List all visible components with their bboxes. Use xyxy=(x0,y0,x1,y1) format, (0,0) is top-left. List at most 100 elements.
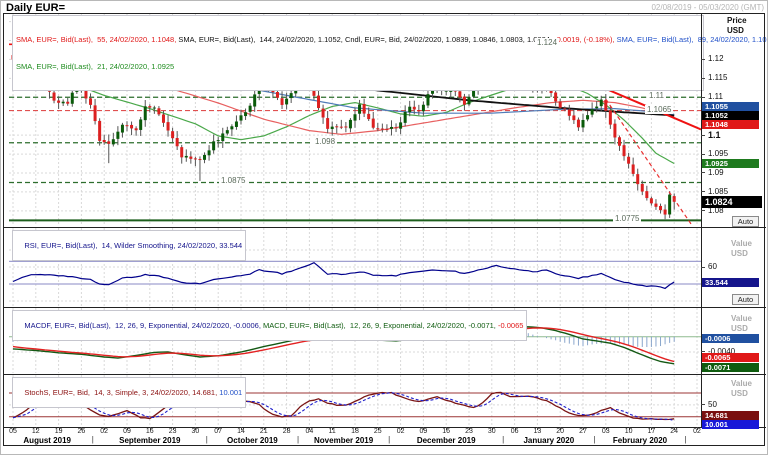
axis-tick-1.1: 1.1 xyxy=(708,130,721,141)
axis-tick-mark xyxy=(701,210,705,212)
rsi-axis-title-line1: Value xyxy=(731,239,752,248)
xaxis-month-separator: | xyxy=(388,435,391,444)
axis-tick-1.09: 1.09 xyxy=(708,167,724,177)
axis-tick-mark xyxy=(701,58,705,60)
stoch-legend: StochS, EUR=, Bid, 14, 3, Simple, 3, 24/… xyxy=(12,377,247,408)
price-badge-1.1052: 1.1052 xyxy=(702,111,759,121)
sma144-candle-legend: SMA, EUR=, Bid(Last), 144, 24/02/2020, 1… xyxy=(178,35,552,44)
xaxis-day-4: 02 xyxy=(100,428,109,435)
trading-chart-window: Daily EUR= 02/08/2019 - 05/03/2020 (GMT)… xyxy=(0,0,768,455)
sma89-legend: SMA, EUR=, Bid(Last), 89, 24/02/2020, 1.… xyxy=(616,35,768,44)
rsi-legend-text: RSI, EUR=, Bid(Last), 14, Wilder Smoothi… xyxy=(24,241,243,250)
price-badge-1.0824: 1.0824 xyxy=(702,195,762,208)
stoch-axis-title: Value USD xyxy=(731,379,752,399)
panel-divider-2 xyxy=(3,307,766,308)
net-change-legend: -0.0019, (-0.18%), xyxy=(554,35,615,44)
xaxis-day-25: 27 xyxy=(579,428,587,435)
price-badge--0.0065: -0.0065 xyxy=(702,353,759,363)
xaxis-month-separator: | xyxy=(593,435,596,444)
xaxis-month-january: January 2020 xyxy=(523,436,575,445)
axis-tick-mark xyxy=(701,404,705,406)
price-badge-1.0925: 1.0925 xyxy=(702,159,759,169)
macd-legend: MACDF, EUR=, Bid(Last), 12, 26, 9, Expon… xyxy=(12,310,528,341)
panel-divider-3 xyxy=(3,374,766,375)
axis-tick-mark xyxy=(701,172,705,174)
price-badge-14.681: 14.681 xyxy=(702,410,759,420)
macd-axis-title-line1: Value xyxy=(731,314,752,323)
main-legend-line1: SMA, EUR=, Bid(Last), 55, 24/02/2020, 1.… xyxy=(16,35,767,44)
axis-tick-mark xyxy=(701,153,705,155)
price-badge-1.1048: 1.1048 xyxy=(702,120,759,130)
xaxis-month-separator: | xyxy=(502,435,505,444)
axis-tick-1.11: 1.11 xyxy=(708,92,723,102)
macdf-legend-text: MACDF, EUR=, Bid(Last), 12, 26, 9, Expon… xyxy=(24,321,261,330)
axis-tick-1.085: 1.085 xyxy=(708,186,729,196)
xaxis-day-20: 23 xyxy=(465,428,473,435)
xaxis-day-8: 30 xyxy=(191,428,200,435)
xaxis-day-16: 25 xyxy=(373,428,382,435)
axis-tick-mark xyxy=(701,96,705,98)
xaxis-month-august: August 2019 xyxy=(23,436,71,445)
xaxis-day-29: 24 xyxy=(670,428,679,435)
axis-tick-mark xyxy=(701,266,705,268)
xaxis-day-21: 30 xyxy=(487,428,496,435)
axis-tick-50: 50 xyxy=(708,399,717,409)
xaxis-day-13: 04 xyxy=(305,428,314,435)
rsi-axis-title: Value USD xyxy=(731,239,752,259)
xaxis-day-6: 16 xyxy=(145,428,154,435)
macd-axis-title: Value USD xyxy=(731,314,752,334)
macd-signal-value: -0.0065 xyxy=(497,321,524,330)
stoch-d-value: 10.001 xyxy=(219,388,243,397)
xaxis-day-9: 07 xyxy=(214,428,223,435)
price-badge--0.0006: -0.0006 xyxy=(702,334,759,344)
sma55-legend: SMA, EUR=, Bid(Last), 55, 24/02/2020, 1.… xyxy=(16,35,177,44)
level-annotation-1.124: 1.124 xyxy=(535,38,560,48)
main-autoscale-button[interactable]: Auto xyxy=(732,216,759,227)
xaxis-day-28: 17 xyxy=(647,428,656,435)
level-annotation-1.0775: 1.0775 xyxy=(613,214,642,224)
xaxis-month-october: October 2019 xyxy=(227,436,278,445)
axis-tick-1.115: 1.115 xyxy=(708,73,728,83)
axis-tick-mark xyxy=(701,134,705,136)
axis-tick-mark xyxy=(701,77,705,79)
price-badge--0.0071: -0.0071 xyxy=(702,362,759,372)
rsi-autoscale-button[interactable]: Auto xyxy=(732,294,759,305)
xaxis-day-10: 14 xyxy=(237,428,245,435)
xaxis-month-separator: | xyxy=(91,435,94,444)
xaxis-day-22: 06 xyxy=(510,428,519,435)
xaxis-day-30: 02 xyxy=(693,428,701,435)
level-annotation-1.11: 1.11 xyxy=(647,91,666,101)
sma21-legend: SMA, EUR=, Bid(Last), 21, 24/02/2020, 1.… xyxy=(16,62,175,71)
xaxis-day-18: 09 xyxy=(419,428,428,435)
rsi-axis-title-line2: USD xyxy=(731,249,748,258)
axis-tick-1.095: 1.095 xyxy=(708,149,729,159)
axis-tick-1.12: 1.12 xyxy=(708,54,724,64)
xaxis-day-27: 10 xyxy=(624,428,633,435)
xaxis-month-separator: | xyxy=(205,435,208,444)
xaxis-day-11: 21 xyxy=(259,428,268,435)
xaxis-month-separator: | xyxy=(296,435,300,444)
axis-tick-60: 60 xyxy=(708,262,717,272)
main-legend: SMA, EUR=, Bid(Last), 55, 24/02/2020, 1.… xyxy=(12,15,767,91)
xaxis-day-3: 26 xyxy=(77,428,86,435)
xaxis-month-separator: | xyxy=(684,435,687,444)
xaxis-day-26: 03 xyxy=(601,428,610,435)
level-annotation-1.098: 1.098 xyxy=(313,136,338,146)
price-axis-title-line2: USD xyxy=(727,26,744,35)
price-badge-10.001: 10.001 xyxy=(702,419,759,429)
xaxis-day-12: 28 xyxy=(282,428,291,435)
price-badge-33.544: 33.544 xyxy=(702,277,759,287)
macd-legend-text: MACD, EUR=, Bid(Last), 12, 26, 9, Expone… xyxy=(263,321,496,330)
date-range-label: 02/08/2019 - 05/03/2020 (GMT) xyxy=(651,3,764,12)
price-badge-1.1055: 1.1055 xyxy=(702,101,759,111)
axis-tick-mark xyxy=(701,191,705,193)
stoch-k-legend-text: StochS, EUR=, Bid, 14, 3, Simple, 3, 24/… xyxy=(24,388,218,397)
xaxis-day-0: 05 xyxy=(9,428,17,435)
rsi-legend: RSI, EUR=, Bid(Last), 14, Wilder Smoothi… xyxy=(12,230,247,261)
chart-title: Daily EUR= xyxy=(6,2,65,14)
macd-axis-title-line2: USD xyxy=(731,324,748,333)
xaxis-month-february: February 2020 xyxy=(612,436,668,445)
xaxis-day-1: 12 xyxy=(31,428,40,435)
xaxis-day-24: 20 xyxy=(556,428,565,435)
xaxis-day-15: 18 xyxy=(351,428,359,435)
